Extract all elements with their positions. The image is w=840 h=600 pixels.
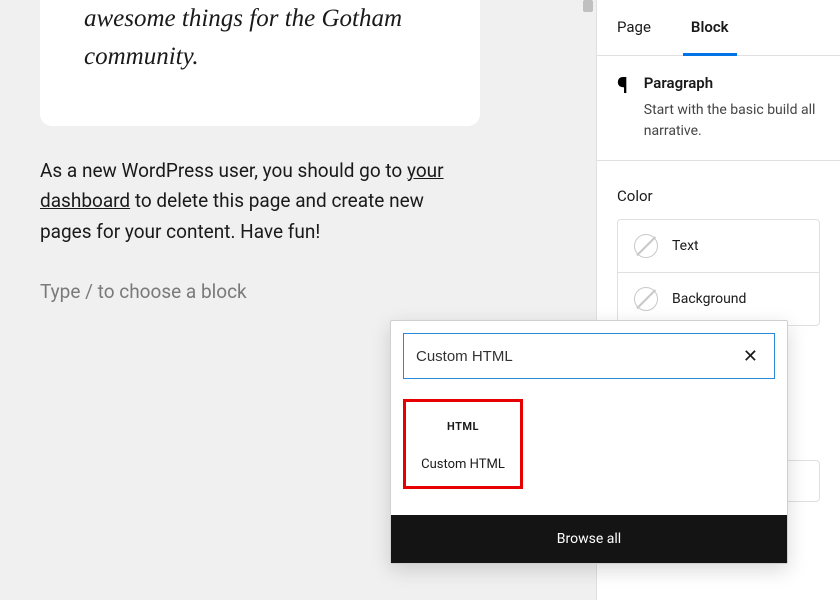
empty-block-placeholder[interactable]: Type / to choose a block bbox=[40, 280, 247, 303]
browse-all-button[interactable]: Browse all bbox=[391, 515, 787, 563]
none-swatch-icon bbox=[634, 287, 658, 311]
paragraph-block[interactable]: As a new WordPress user, you should go t… bbox=[40, 156, 480, 247]
color-section-header[interactable]: Color bbox=[597, 161, 840, 219]
color-text-label: Text bbox=[672, 238, 699, 254]
tab-block[interactable]: Block bbox=[671, 0, 749, 55]
color-panel: Text Background bbox=[617, 219, 820, 326]
block-inserter-popover: ✕ HTML Custom HTML Browse all bbox=[390, 320, 788, 564]
color-background-label: Background bbox=[672, 291, 746, 307]
block-item-label: Custom HTML bbox=[414, 457, 512, 472]
block-item-custom-html[interactable]: HTML Custom HTML bbox=[403, 399, 523, 489]
clear-search-icon[interactable]: ✕ bbox=[739, 346, 762, 367]
inserter-search-input[interactable] bbox=[416, 348, 739, 365]
paragraph-icon: ¶ bbox=[617, 74, 628, 142]
inserter-search-wrapper: ✕ bbox=[403, 333, 775, 379]
color-background-row[interactable]: Background bbox=[618, 273, 819, 325]
color-text-row[interactable]: Text bbox=[618, 220, 819, 273]
quote-text: awesome things for the Gotham community. bbox=[84, 0, 436, 75]
block-type-description: Start with the basic build all narrative… bbox=[644, 100, 820, 142]
html-block-icon: HTML bbox=[414, 420, 512, 433]
block-info-text: Paragraph Start with the basic build all… bbox=[644, 74, 820, 142]
sidebar-tabs: Page Block bbox=[597, 0, 840, 56]
scrollbar-thumb[interactable] bbox=[583, 0, 593, 12]
block-info-panel: ¶ Paragraph Start with the basic build a… bbox=[597, 56, 840, 161]
block-type-title: Paragraph bbox=[644, 74, 820, 92]
tab-page[interactable]: Page bbox=[597, 0, 671, 55]
paragraph-text-pre: As a new WordPress user, you should go t… bbox=[40, 159, 407, 182]
inserter-results: HTML Custom HTML bbox=[391, 391, 787, 515]
none-swatch-icon bbox=[634, 234, 658, 258]
quote-block[interactable]: awesome things for the Gotham community. bbox=[40, 0, 480, 126]
